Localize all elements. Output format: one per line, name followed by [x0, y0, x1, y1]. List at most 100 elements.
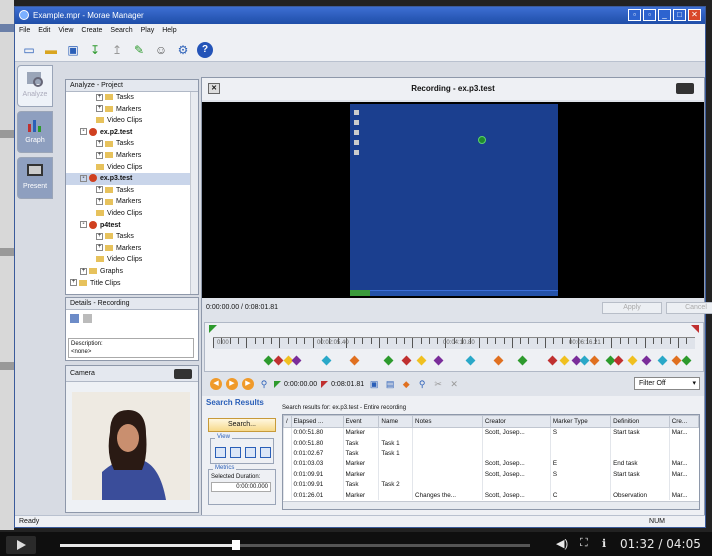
timeline-marker[interactable] [671, 355, 682, 366]
tree-item[interactable]: + Graphs [66, 266, 198, 278]
expand-icon[interactable]: + [96, 105, 103, 113]
table-row[interactable]: 0:01:03.03 Marker Scott, Josep... E End task… [283, 458, 699, 470]
view-graph-icon[interactable] [245, 447, 256, 458]
new-icon[interactable]: ▭ [21, 42, 37, 58]
expand-icon[interactable]: + [70, 279, 77, 287]
timeline-marker[interactable] [559, 355, 570, 366]
next-icon[interactable]: ▶ [242, 378, 254, 390]
menu-play[interactable]: Play [141, 24, 155, 38]
volume-icon[interactable]: ◀) [556, 537, 568, 550]
timeline-marker[interactable] [465, 355, 476, 366]
menu-view[interactable]: View [58, 24, 73, 38]
menu-file[interactable]: File [19, 24, 30, 38]
seek-bar[interactable] [60, 540, 530, 550]
tree-item[interactable]: + Tasks [66, 185, 198, 197]
play-icon[interactable]: ▶ [226, 378, 238, 390]
expand-icon[interactable]: + [96, 93, 103, 101]
info-icon[interactable]: ℹ [602, 537, 606, 550]
menu-search[interactable]: Search [110, 24, 132, 38]
tree-item[interactable]: - p4test [66, 220, 198, 232]
tree-item[interactable]: Video Clips [66, 162, 198, 174]
timeline-marker[interactable] [517, 355, 528, 366]
grid-scrollbar[interactable] [283, 501, 699, 509]
timeline-marker[interactable] [349, 355, 360, 366]
expand-icon[interactable]: + [96, 140, 103, 148]
tree-item[interactable]: Video Clips [66, 115, 198, 127]
tree-item[interactable]: Video Clips [66, 254, 198, 266]
tree-item[interactable]: + Markers [66, 104, 198, 116]
view-chart-icon[interactable] [260, 447, 271, 458]
table-row[interactable]: 0:01:09.91 Task Task 2 [283, 479, 699, 490]
tab-analyze[interactable]: Analyze [17, 65, 53, 107]
expand-icon[interactable]: + [80, 267, 87, 275]
menu-create[interactable]: Create [81, 24, 102, 38]
tree-item[interactable]: + Markers [66, 243, 198, 255]
description-field[interactable]: Description: <none> [68, 338, 194, 358]
timeline-marker[interactable] [291, 355, 302, 366]
camera-view-icon[interactable] [676, 83, 694, 94]
start-time-selector[interactable]: 0:00:00.00 [274, 380, 317, 388]
close-recording-icon[interactable]: ✕ [208, 83, 220, 94]
timeline-marker[interactable] [263, 355, 274, 366]
save-icon[interactable]: ▣ [65, 42, 81, 58]
menu-edit[interactable]: Edit [38, 24, 50, 38]
search-icon[interactable]: ⚲ [416, 378, 428, 390]
maximize-button[interactable]: □ [673, 9, 686, 21]
expand-icon[interactable]: + [96, 232, 103, 240]
open-icon[interactable]: ▬ [43, 42, 59, 58]
view-details-icon[interactable] [215, 447, 226, 458]
marker-icon[interactable]: ◆ [400, 378, 412, 390]
timeline-marker[interactable] [433, 355, 444, 366]
expand-icon[interactable]: + [96, 244, 103, 252]
clip-list-icon[interactable]: ▤ [384, 378, 396, 390]
play-button[interactable] [6, 536, 36, 554]
tree-item[interactable]: + Tasks [66, 92, 198, 104]
view-list-icon[interactable] [230, 447, 241, 458]
participant-icon[interactable]: ☺ [153, 42, 169, 58]
column-header[interactable]: Notes [412, 415, 483, 428]
menu-help[interactable]: Help [162, 24, 176, 38]
timeline-marker[interactable] [657, 355, 668, 366]
table-row[interactable]: 0:01:09.91 Marker Scott, Josep... S Start ta… [283, 469, 699, 480]
save-clip-icon[interactable]: ▣ [368, 378, 380, 390]
collapse-icon[interactable]: - [80, 221, 87, 229]
collapse-icon[interactable]: - [80, 128, 87, 136]
collapse-icon[interactable]: - [80, 174, 87, 182]
tree-item[interactable]: - ex.p2.test [66, 127, 198, 139]
timeline-marker[interactable] [613, 355, 624, 366]
clip-icon[interactable]: ✎ [131, 42, 147, 58]
cut-icon[interactable]: ✂ [432, 378, 444, 390]
tree-item[interactable]: - ex.p3.test [66, 173, 198, 185]
delete-icon[interactable]: ✕ [448, 378, 460, 390]
previous-icon[interactable]: ◀ [210, 378, 222, 390]
fullscreen-icon[interactable]: ⛶ [580, 537, 588, 550]
close-button[interactable]: ✕ [688, 9, 701, 21]
search-button[interactable]: Search... [208, 418, 276, 432]
timeline-ruler[interactable]: 0:00 00:02:05.40 00:04:10.80 00:06:16.21 [213, 337, 695, 349]
end-flag-icon[interactable] [691, 325, 699, 333]
expand-icon[interactable]: + [96, 186, 103, 194]
tab-present[interactable]: Present [17, 157, 53, 199]
table-row[interactable]: 0:00:51.80 Task Task 1 [283, 437, 699, 449]
export-icon[interactable]: ↥ [109, 42, 125, 58]
filter-dropdown[interactable]: Filter Off ▾ [634, 377, 700, 390]
column-header[interactable]: Creator [481, 415, 551, 428]
table-row[interactable]: 0:01:02.67 Task Task 1 [283, 448, 699, 459]
table-row[interactable]: 0:00:51.80 Marker Scott, Josep... S Start ta… [283, 427, 699, 438]
tree-item[interactable]: + Title Clips [66, 278, 198, 290]
properties-icon[interactable]: ⚙ [175, 42, 191, 58]
table-row[interactable]: 0:01:26.01 Marker Changes the... Scott, Jos… [283, 489, 699, 501]
cancel-button[interactable]: Cancel [666, 302, 712, 314]
tree-scrollbar[interactable] [190, 92, 198, 294]
tree-item[interactable]: + Markers [66, 196, 198, 208]
tree-item[interactable]: + Markers [66, 150, 198, 162]
timeline-marker[interactable] [416, 355, 427, 366]
tree-item[interactable]: + Tasks [66, 231, 198, 243]
column-header[interactable]: Name [378, 415, 414, 428]
column-header[interactable]: Event [342, 415, 380, 428]
column-header[interactable]: Marker Type [549, 415, 612, 428]
column-header[interactable]: Definition [610, 415, 670, 428]
tab-graph[interactable]: Graph [17, 111, 53, 153]
camera-toggle-icon[interactable] [174, 369, 192, 379]
start-flag-icon[interactable] [209, 325, 217, 333]
